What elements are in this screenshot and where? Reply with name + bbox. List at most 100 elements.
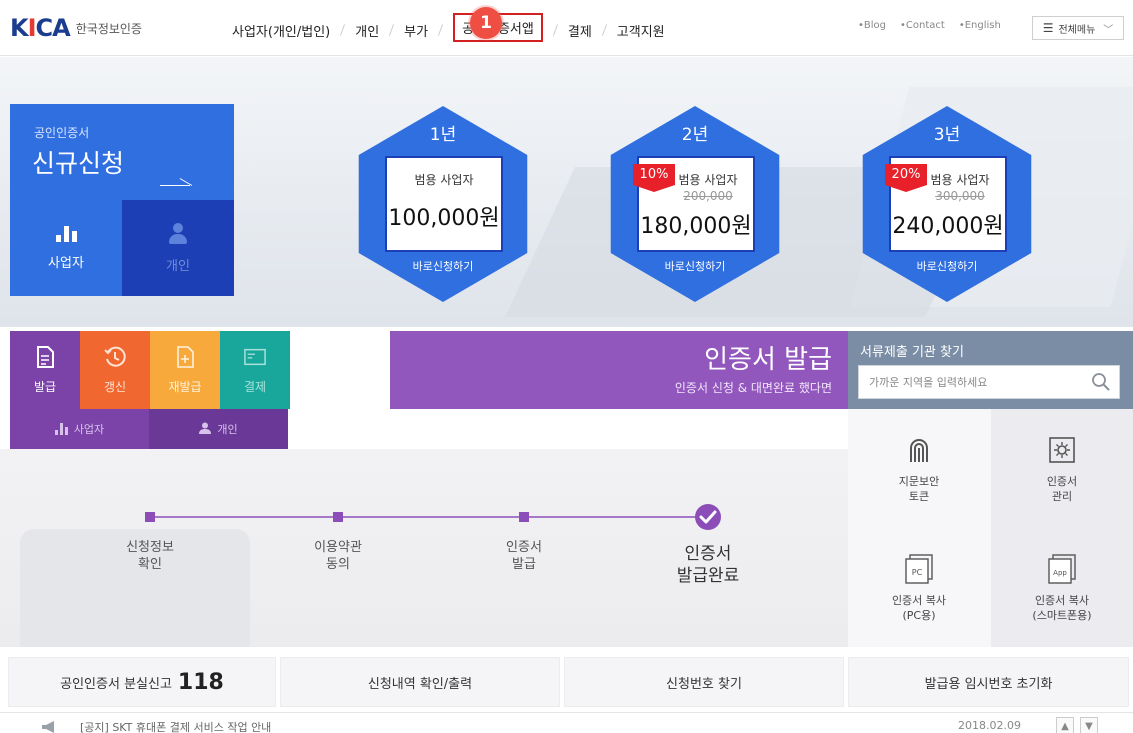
menu-item-payment[interactable]: 결제 <box>568 21 592 40</box>
plan-1-year[interactable]: 1년 범용 사업자 100,000원 바로신청하기 <box>345 106 541 302</box>
tab-payment-label: 결제 <box>243 379 267 394</box>
hamburger-icon: ☰ <box>1042 21 1054 35</box>
menu-separator <box>438 24 444 36</box>
megaphone-icon <box>40 719 60 733</box>
top-navigation: KICA 한국정보인증 사업자(개인/법인) 개인 부가 공인인증서앱 결제 고… <box>0 0 1133 56</box>
new-application-header[interactable]: 공인인증서 신규신청 <box>10 104 234 200</box>
subtab-individual[interactable]: 개인 <box>149 409 288 449</box>
step-label-terms: 이용약관 동의 <box>314 540 362 572</box>
plan-original-price: 200,000 <box>683 189 733 203</box>
new-application-title: 신규신청 <box>32 149 125 178</box>
plan-original-price: 300,000 <box>935 189 985 203</box>
notice-bar: [공지] SKT 휴대폰 결제 서비스 작업 안내 2018.02.09 ▲ ▼ <box>0 712 1133 733</box>
tool-fingerprint-label: 지문보안 토큰 <box>898 474 940 503</box>
tool-cert-management[interactable]: 인증서 관리 <box>991 409 1133 528</box>
menu-item-additional[interactable]: 부가 <box>404 21 428 40</box>
app-icon: App <box>1046 553 1078 585</box>
loss-report-number: 118 <box>177 669 224 695</box>
apply-now-link[interactable]: 바로신청하기 <box>345 258 541 274</box>
english-link[interactable]: •English <box>959 20 1001 31</box>
plan-3-year[interactable]: 3년 20% 범용 사업자 300,000 240,000원 바로신청하기 <box>849 106 1045 302</box>
card-icon <box>244 346 266 368</box>
new-application-panel: 공인인증서 신규신청 사업자 개인 <box>10 104 234 296</box>
plan-name: 범용 사업자 <box>414 173 474 187</box>
tool-copy-pc-label: 인증서 복사 (PC용) <box>891 593 947 622</box>
pc-icon: PC <box>903 553 935 585</box>
loss-report-link[interactable]: 공인인증서 분실신고 118 <box>8 657 276 707</box>
tab-issue[interactable]: 발급 <box>10 331 80 409</box>
menu-separator <box>340 24 346 36</box>
cert-banner-subtitle: 인증서 신청 & 대면완료 했다면 <box>674 381 832 395</box>
notice-next-button[interactable]: ▼ <box>1080 717 1098 733</box>
cert-issue-banner[interactable]: 인증서 발급 인증서 신청 & 대면완료 했다면 <box>390 331 848 409</box>
add-document-icon <box>174 345 196 368</box>
tab-payment[interactable]: 결제 <box>220 331 290 409</box>
tool-copy-smartphone[interactable]: App 인증서 복사 (스마트폰용) <box>991 528 1133 647</box>
tab-issue-label: 발급 <box>33 379 57 394</box>
notice-prev-button[interactable]: ▲ <box>1056 717 1074 733</box>
blog-link[interactable]: •Blog <box>858 20 886 31</box>
step-marker-badge: 1 <box>470 7 502 39</box>
contact-link[interactable]: •Contact <box>900 20 945 31</box>
tool-copy-pc[interactable]: PC 인증서 복사 (PC용) <box>848 528 990 647</box>
plan-period: 3년 <box>933 125 961 145</box>
menu-separator <box>389 24 395 36</box>
region-search-input[interactable] <box>859 366 1079 398</box>
apply-now-link[interactable]: 바로신청하기 <box>849 258 1045 274</box>
tab-renew[interactable]: 갱신 <box>80 331 150 409</box>
svg-text:App: App <box>1053 569 1067 577</box>
step-label-confirm-info: 신청정보 확인 <box>126 540 174 572</box>
plan-card: 10% 범용 사업자 200,000 180,000원 <box>633 156 755 252</box>
tab-renew-label: 갱신 <box>103 379 127 394</box>
individual-tile-label: 개인 <box>166 258 190 274</box>
step-label-complete: 인증서 발급완료 <box>676 544 740 586</box>
main-menu: 사업자(개인/법인) 개인 부가 공인인증서앱 결제 고객지원 <box>232 13 665 42</box>
kica-logo[interactable]: KICA 한국정보인증 <box>10 14 142 42</box>
business-tile[interactable]: 사업자 <box>10 200 122 296</box>
tab-reissue[interactable]: 재발급 <box>150 331 220 409</box>
plan-card: 20% 범용 사업자 300,000 240,000원 <box>885 156 1007 252</box>
step-marker <box>519 512 529 522</box>
chevron-down-icon: ﹀ <box>1103 24 1114 36</box>
cert-tools-grid: 지문보안 토큰 인증서 관리 PC 인증서 복사 (PC용) App 인증서 복… <box>848 409 1133 647</box>
bar-chart-icon <box>55 225 77 242</box>
all-menu-label: 전체메뉴 <box>1058 24 1096 36</box>
business-tile-label: 사업자 <box>48 255 84 271</box>
history-link[interactable]: 신청내역 확인/출력 <box>280 657 560 707</box>
document-icon <box>34 345 56 368</box>
individual-tile[interactable]: 개인 <box>122 200 234 296</box>
menu-item-business[interactable]: 사업자(개인/법인) <box>232 21 330 40</box>
agency-finder: 서류제출 기관 찾기 <box>848 331 1133 409</box>
logo-company-name: 한국정보인증 <box>75 21 142 36</box>
find-number-link[interactable]: 신청번호 찾기 <box>564 657 844 707</box>
tool-fingerprint-token[interactable]: 지문보안 토큰 <box>848 409 990 528</box>
issue-progress-steps: 신청정보 확인 이용약관 동의 인증서 발급 인증서 발급완료 <box>0 449 848 647</box>
all-menu-button[interactable]: ☰ 전체메뉴 ﹀ <box>1032 16 1124 40</box>
customer-type-tabs: 사업자 개인 <box>10 409 288 449</box>
gear-icon <box>1046 434 1078 466</box>
menu-item-support[interactable]: 고객지원 <box>617 21 665 40</box>
service-tabs: 발급 갱신 재발급 결제 <box>10 331 290 409</box>
notice-text[interactable]: [공지] SKT 휴대폰 결제 서비스 작업 안내 <box>80 719 271 733</box>
subtab-business[interactable]: 사업자 <box>10 409 149 449</box>
tab-reissue-label: 재발급 <box>168 379 202 394</box>
plan-card: 범용 사업자 100,000원 <box>385 156 503 252</box>
cert-banner-title: 인증서 발급 <box>704 345 832 375</box>
agency-search-box <box>858 365 1120 399</box>
step-marker <box>333 512 343 522</box>
menu-item-individual[interactable]: 개인 <box>355 21 379 40</box>
plan-price: 180,000원 <box>640 214 752 239</box>
reset-temp-number-link[interactable]: 발급용 임시번호 초기화 <box>848 657 1129 707</box>
bar-chart-icon <box>54 423 68 435</box>
logo-mark: KICA <box>10 14 71 42</box>
plan-period: 2년 <box>681 125 709 145</box>
apply-now-link[interactable]: 바로신청하기 <box>597 258 793 274</box>
search-icon[interactable] <box>1091 372 1111 392</box>
plan-2-year[interactable]: 2년 10% 범용 사업자 200,000 180,000원 바로신청하기 <box>597 106 793 302</box>
subtab-business-label: 사업자 <box>73 423 105 436</box>
svg-text:PC: PC <box>912 568 923 577</box>
plan-price: 240,000원 <box>892 214 1004 239</box>
notice-date: 2018.02.09 <box>958 719 1021 732</box>
agency-finder-title: 서류제출 기관 찾기 <box>860 345 964 360</box>
step-label-issue: 인증서 발급 <box>506 540 542 572</box>
